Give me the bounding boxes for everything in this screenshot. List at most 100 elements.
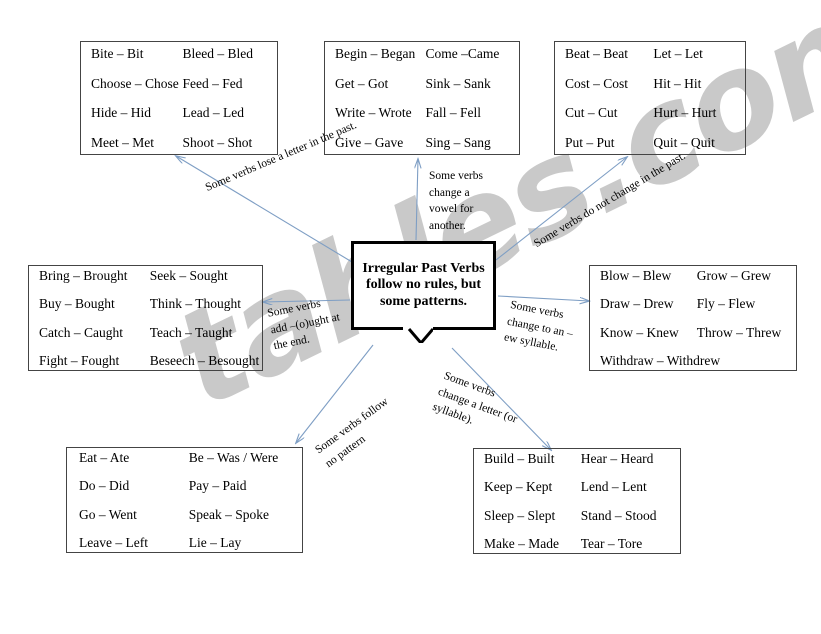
table-row: Give – Gave Sing – Sang: [335, 134, 509, 150]
table-row: Catch – Caught Teach – Taught: [39, 324, 252, 340]
verb-box-ew-syllable: Blow – Blew Grow – Grew Draw – Drew Fly …: [589, 265, 797, 371]
worksheet-page: tables.com Bite – Bit Bleed – Bled Choos…: [0, 0, 821, 634]
verb-pair: Bring – Brought: [39, 267, 128, 283]
table-row: Begin – Began Come –Came: [335, 47, 509, 61]
verb-box-no-pattern: Eat – Ate Be – Was / Were Do – Did Pay –…: [66, 447, 303, 553]
verb-pair: Lead – Led: [182, 105, 244, 120]
table-row: Keep – Kept Lend – Lent: [484, 480, 670, 494]
table-row: Blow – Blew Grow – Grew: [600, 267, 786, 283]
verb-pair: Tear – Tore: [580, 536, 643, 551]
verb-pair: Choose – Chose: [91, 75, 179, 91]
table-row: Hide – Hid Lead – Led: [91, 106, 267, 120]
callout-tail-icon: [403, 327, 433, 343]
table-row: Bring – Brought Seek – Sought: [39, 267, 252, 283]
verb-pair: Sleep – Slept: [484, 507, 556, 523]
annotation-text: Some verbs change to an –ew syllable.: [502, 298, 574, 354]
verb-pair: Sing – Sang: [425, 134, 491, 150]
table-row: Beat – Beat Let – Let: [565, 47, 735, 61]
verb-pair: Hit – Hit: [653, 75, 702, 91]
verb-pair: Teach – Taught: [149, 324, 233, 340]
verb-pair: Beat – Beat: [565, 46, 628, 61]
verb-pair: Hurt – Hurt: [653, 105, 717, 120]
verb-pair: Begin – Began: [335, 46, 416, 61]
verb-pair: Bleed – Bled: [182, 46, 254, 61]
table-row: Withdraw – Withdrew: [600, 354, 786, 368]
table-row: Build – Built Hear – Heard: [484, 450, 670, 466]
verb-pair: Hear – Heard: [580, 450, 654, 466]
verb-pair: Fall – Fell: [425, 105, 481, 120]
verb-pair: Fly – Flew: [696, 296, 756, 311]
table-row: Eat – Ate Be – Was / Were: [79, 449, 290, 465]
verb-pair: Get – Got: [335, 75, 389, 91]
center-callout-body: Irregular Past Verbs follow no rules, bu…: [351, 241, 496, 330]
verb-pair: Let – Let: [653, 46, 703, 61]
verb-pair: Catch – Caught: [39, 324, 123, 340]
verb-pair: Meet – Met: [91, 134, 154, 150]
verb-pair: Cost – Cost: [565, 75, 629, 91]
verb-box-change-letter: Build – Built Hear – Heard Keep – Kept L…: [473, 448, 681, 554]
verb-pair: Leave – Left: [79, 535, 148, 550]
verb-pair: Eat – Ate: [79, 449, 130, 465]
verb-pair: Do – Did: [79, 478, 130, 493]
verb-pair: Cut – Cut: [565, 105, 618, 120]
verb-pair: Quit – Quit: [653, 134, 715, 150]
table-row: Draw – Drew Fly – Flew: [600, 297, 786, 311]
table-row: Make – Made Tear – Tore: [484, 537, 670, 551]
verb-pair: Shoot – Shot: [182, 134, 253, 150]
arrow-to-top-center: [416, 159, 418, 241]
table-row: Go – Went Speak – Spoke: [79, 506, 290, 522]
table-row: Bite – Bit Bleed – Bled: [91, 47, 267, 61]
verb-pair: Write – Wrote: [335, 105, 412, 120]
verb-pair: Throw – Threw: [696, 324, 782, 340]
verb-pair: Be – Was / Were: [188, 449, 279, 465]
verb-pair: Come –Came: [425, 46, 500, 61]
verb-pair: Give – Gave: [335, 134, 404, 150]
table-row: Get – Got Sink – Sank: [335, 75, 509, 91]
verb-pair: Lend – Lent: [580, 479, 647, 494]
annotation-vowel-change: Some verbs change a vowel for another.: [429, 168, 491, 235]
verb-pair: Speak – Spoke: [188, 506, 269, 522]
verb-pair: Beseech – Besought: [149, 353, 260, 368]
verb-box-ought-ending: Bring – Brought Seek – Sought Buy – Boug…: [28, 265, 263, 371]
verb-pair: Buy – Bought: [39, 296, 115, 311]
table-row: Sleep – Slept Stand – Stood: [484, 507, 670, 523]
verb-pair: Sink – Sank: [425, 75, 491, 91]
verb-box-no-change: Beat – Beat Let – Let Cost – Cost Hit – …: [554, 41, 746, 155]
page-title: Irregular Past Verbs follow no rules, bu…: [362, 260, 485, 309]
table-row: Put – Put Quit – Quit: [565, 134, 735, 150]
verb-pair: Think – Thought: [149, 296, 242, 311]
table-row: Buy – Bought Think – Thought: [39, 297, 252, 311]
table-row: Do – Did Pay – Paid: [79, 479, 290, 493]
verb-pair: Blow – Blew: [600, 267, 672, 283]
verb-box-vowel-change: Begin – Began Come –Came Get – Got Sink …: [324, 41, 520, 155]
table-row: Meet – Met Shoot – Shot: [91, 134, 267, 150]
table-row: Cost – Cost Hit – Hit: [565, 75, 735, 91]
verb-pair: Grow – Grew: [696, 267, 771, 283]
verb-box-lose-a-letter: Bite – Bit Bleed – Bled Choose – Chose F…: [80, 41, 278, 155]
verb-pair: Make – Made: [484, 536, 559, 551]
verb-pair: Put – Put: [565, 134, 615, 150]
verb-pair: Lie – Lay: [188, 535, 242, 550]
verb-pair: Hide – Hid: [91, 105, 151, 120]
annotation-text: Some verbs add –(o)ught at the end.: [266, 297, 341, 353]
center-callout: Irregular Past Verbs follow no rules, bu…: [351, 241, 496, 343]
verb-pair: Keep – Kept: [484, 479, 553, 494]
verb-pair: Draw – Drew: [600, 296, 674, 311]
table-row: Leave – Left Lie – Lay: [79, 536, 290, 550]
verb-pair: Bite – Bit: [91, 46, 144, 61]
verb-pair: Build – Built: [484, 450, 555, 466]
verb-pair: Know – Knew: [600, 324, 679, 340]
verb-pair: Withdraw – Withdrew: [600, 353, 721, 368]
table-row: Know – Knew Throw – Threw: [600, 324, 786, 340]
verb-pair: Stand – Stood: [580, 507, 657, 523]
table-row: Fight – Fought Beseech – Besought: [39, 353, 259, 368]
verb-pair: Fight – Fought: [39, 353, 120, 368]
verb-pair: Go – Went: [79, 506, 137, 522]
verb-pair: Feed – Fed: [182, 75, 243, 91]
table-row: Choose – Chose Feed – Fed: [91, 75, 267, 91]
annotation-text: Some verbs change a vowel for another.: [429, 170, 483, 233]
table-row: Write – Wrote Fall – Fell: [335, 106, 509, 120]
verb-pair: Seek – Sought: [149, 267, 228, 283]
table-row: Cut – Cut Hurt – Hurt: [565, 106, 735, 120]
verb-pair: Pay – Paid: [188, 478, 247, 493]
